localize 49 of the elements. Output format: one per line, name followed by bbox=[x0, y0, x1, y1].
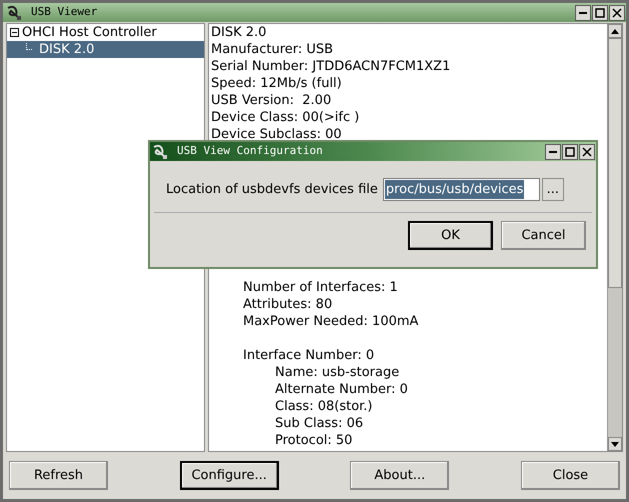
detail-line: Name: usb-storage bbox=[275, 365, 400, 380]
path-field[interactable]: proc/bus/usb/devices bbox=[382, 178, 540, 201]
toolbar-button[interactable]: Refresh bbox=[9, 461, 108, 490]
field-label: Location of usbdevfs devices file bbox=[166, 180, 378, 199]
scrollbar[interactable] bbox=[607, 24, 622, 451]
close-icon bbox=[612, 8, 622, 18]
minimize-button[interactable] bbox=[575, 4, 591, 20]
detail-line: Alternate Number: 0 bbox=[275, 382, 408, 397]
tree-item[interactable]: OHCI Host Controller bbox=[7, 24, 204, 41]
usb-cable-icon bbox=[6, 4, 22, 20]
dialog-button[interactable]: Cancel bbox=[501, 221, 586, 250]
up-arrow-icon bbox=[611, 28, 619, 34]
maximize-icon bbox=[565, 146, 575, 156]
close-button[interactable] bbox=[579, 144, 595, 160]
detail-line: Sub Class: 06 bbox=[275, 416, 364, 431]
toolbar-button[interactable]: About... bbox=[350, 461, 450, 490]
detail-line: USB Version: 2.00 bbox=[211, 93, 332, 108]
maximize-button[interactable] bbox=[562, 144, 578, 160]
detail-line: Attributes: 80 bbox=[243, 297, 332, 312]
dialog-title: USB View Configuration bbox=[177, 143, 323, 160]
detail-line: MaxPower Needed: 100mA bbox=[243, 314, 418, 329]
detail-line: Interface Number: 0 bbox=[243, 348, 374, 363]
dialog-button[interactable]: OK bbox=[408, 221, 493, 250]
detail-line: Manufacturer: USB bbox=[211, 42, 334, 57]
down-arrow-icon bbox=[611, 442, 619, 446]
browse-button[interactable]: ... bbox=[542, 178, 564, 201]
minimize-button[interactable] bbox=[545, 144, 561, 160]
detail-line: Device Class: 00(>ifc ) bbox=[211, 110, 360, 125]
detail-line: Device Subclass: 00 bbox=[211, 127, 342, 142]
usb-cable-icon bbox=[152, 144, 168, 160]
close-button[interactable] bbox=[609, 4, 625, 20]
window-title: USB Viewer bbox=[31, 4, 98, 20]
tree-connector bbox=[26, 43, 32, 50]
detail-line: Protocol: 50 bbox=[275, 433, 352, 448]
detail-line: Number of Interfaces: 1 bbox=[243, 280, 398, 295]
detail-line: Serial Number: JTDD6ACN7FCM1XZ1 bbox=[211, 59, 450, 74]
detail-line: Class: 08(stor.) bbox=[275, 399, 373, 414]
scroll-down-button[interactable] bbox=[608, 437, 622, 451]
tree-item[interactable]: DISK 2.0 bbox=[7, 41, 204, 58]
maximize-button[interactable] bbox=[592, 4, 608, 20]
close-icon bbox=[582, 146, 592, 156]
maximize-icon bbox=[595, 8, 605, 18]
collapse-icon[interactable] bbox=[10, 28, 19, 37]
toolbar-button[interactable]: Configure... bbox=[180, 461, 279, 490]
detail-line: DISK 2.0 bbox=[211, 25, 266, 40]
scroll-thumb[interactable] bbox=[608, 38, 622, 288]
toolbar-button[interactable]: Close bbox=[520, 461, 620, 490]
scroll-up-button[interactable] bbox=[608, 24, 622, 38]
detail-line: Speed: 12Mb/s (full) bbox=[211, 76, 342, 91]
